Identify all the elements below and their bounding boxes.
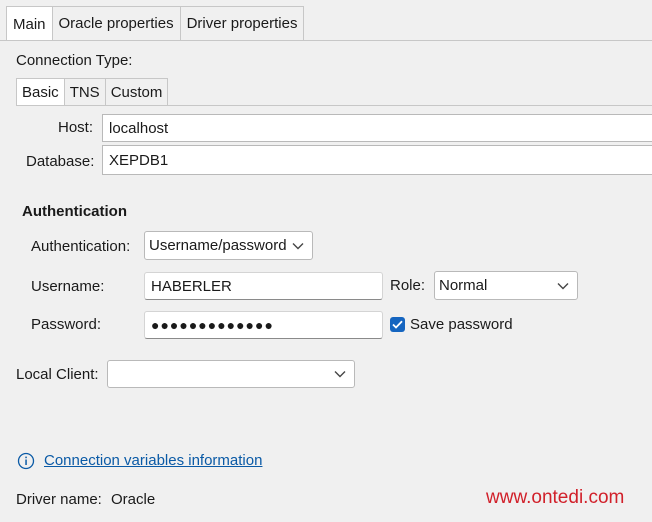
password-input[interactable]: ●●●●●●●●●●●●●	[144, 311, 383, 339]
tab-tns[interactable]: TNS	[63, 78, 106, 105]
tab-main[interactable]: Main	[6, 6, 53, 41]
database-input[interactable]: XEPDB1	[102, 145, 652, 175]
tab-custom[interactable]: Custom	[104, 78, 169, 105]
tab-driver-properties[interactable]: Driver properties	[179, 6, 305, 40]
chevron-down-icon	[292, 242, 304, 249]
tab-divider	[0, 40, 652, 41]
host-label: Host:	[58, 119, 94, 136]
connection-type-tabs: Basic TNS Custom	[16, 78, 169, 106]
authentication-section-title: Authentication	[22, 203, 127, 220]
subtab-divider	[16, 105, 652, 106]
password-label: Password:	[31, 316, 102, 333]
watermark-text: www.ontedi.com	[486, 487, 625, 508]
username-input[interactable]: HABERLER	[144, 272, 383, 300]
connection-type-label: Connection Type:	[16, 52, 133, 69]
chevron-down-icon	[334, 371, 346, 378]
tab-basic[interactable]: Basic	[16, 78, 65, 106]
local-client-dropdown[interactable]	[107, 360, 355, 388]
save-password-label[interactable]: Save password	[410, 316, 513, 333]
tab-oracle-properties[interactable]: Oracle properties	[51, 6, 181, 40]
role-dropdown[interactable]: Normal	[434, 271, 578, 300]
save-password-checkbox[interactable]	[390, 317, 405, 332]
driver-name-label: Driver name:	[16, 491, 102, 508]
host-input[interactable]: localhost	[102, 114, 652, 142]
chevron-down-icon	[557, 282, 569, 289]
username-label: Username:	[31, 278, 105, 295]
connection-variables-link[interactable]: Connection variables information	[44, 452, 262, 469]
authentication-method-label: Authentication:	[31, 238, 131, 255]
authentication-method-dropdown[interactable]: Username/password	[144, 231, 313, 260]
top-tab-bar: Main Oracle properties Driver properties	[6, 6, 305, 41]
info-icon	[17, 452, 35, 470]
database-label: Database:	[26, 153, 95, 170]
checkmark-icon	[392, 320, 403, 329]
role-label: Role:	[390, 277, 426, 294]
local-client-label: Local Client:	[16, 366, 99, 383]
driver-name-value: Oracle	[111, 491, 156, 508]
